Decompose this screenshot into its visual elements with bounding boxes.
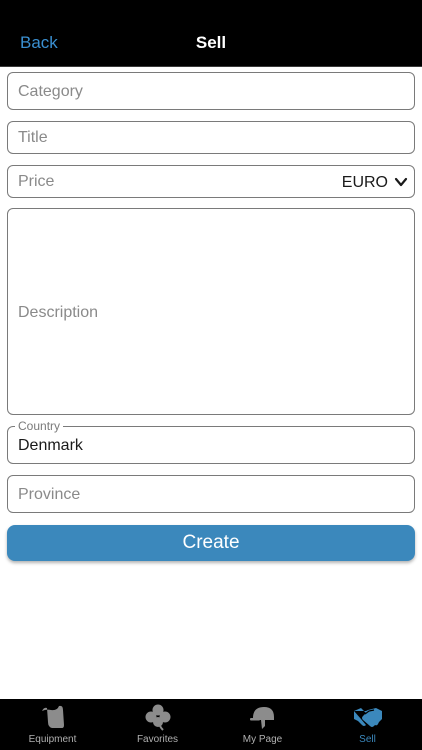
province-field[interactable]: Province — [7, 475, 415, 513]
title-placeholder: Title — [18, 129, 48, 146]
category-field[interactable]: Category — [7, 72, 415, 110]
tab-my-page[interactable]: My Page — [210, 699, 315, 750]
chevron-down-icon[interactable] — [394, 175, 408, 189]
province-placeholder: Province — [18, 486, 81, 503]
tab-label: Sell — [359, 734, 376, 745]
clover-icon — [145, 704, 171, 731]
tab-label: Favorites — [136, 734, 179, 745]
description-field[interactable]: Description — [7, 208, 415, 415]
riding-helmet-icon — [250, 707, 274, 729]
tab-bar: Equipment Favorites My Page Sell — [0, 699, 422, 750]
navigation-bar: Back Sell — [0, 0, 422, 67]
title-field[interactable]: Title — [7, 121, 415, 154]
price-placeholder: Price — [18, 173, 55, 190]
tab-sell[interactable]: Sell — [315, 699, 420, 750]
country-field[interactable]: Country Denmark — [7, 419, 415, 464]
description-placeholder: Description — [18, 304, 99, 321]
page-title: Sell — [195, 33, 227, 52]
category-placeholder: Category — [18, 83, 83, 100]
tab-label: My Page — [242, 734, 283, 745]
tab-favorites[interactable]: Favorites — [105, 699, 210, 750]
country-label: Country — [15, 419, 64, 433]
price-field[interactable]: Price EURO — [7, 165, 415, 198]
tab-equipment[interactable]: Equipment — [0, 699, 105, 750]
saddle-icon — [42, 705, 64, 728]
create-button[interactable]: Create — [7, 525, 415, 561]
tab-label: Equipment — [28, 734, 77, 745]
country-value: Denmark — [18, 437, 83, 454]
currency-select[interactable]: EURO — [342, 174, 388, 192]
handshake-icon — [354, 708, 382, 727]
